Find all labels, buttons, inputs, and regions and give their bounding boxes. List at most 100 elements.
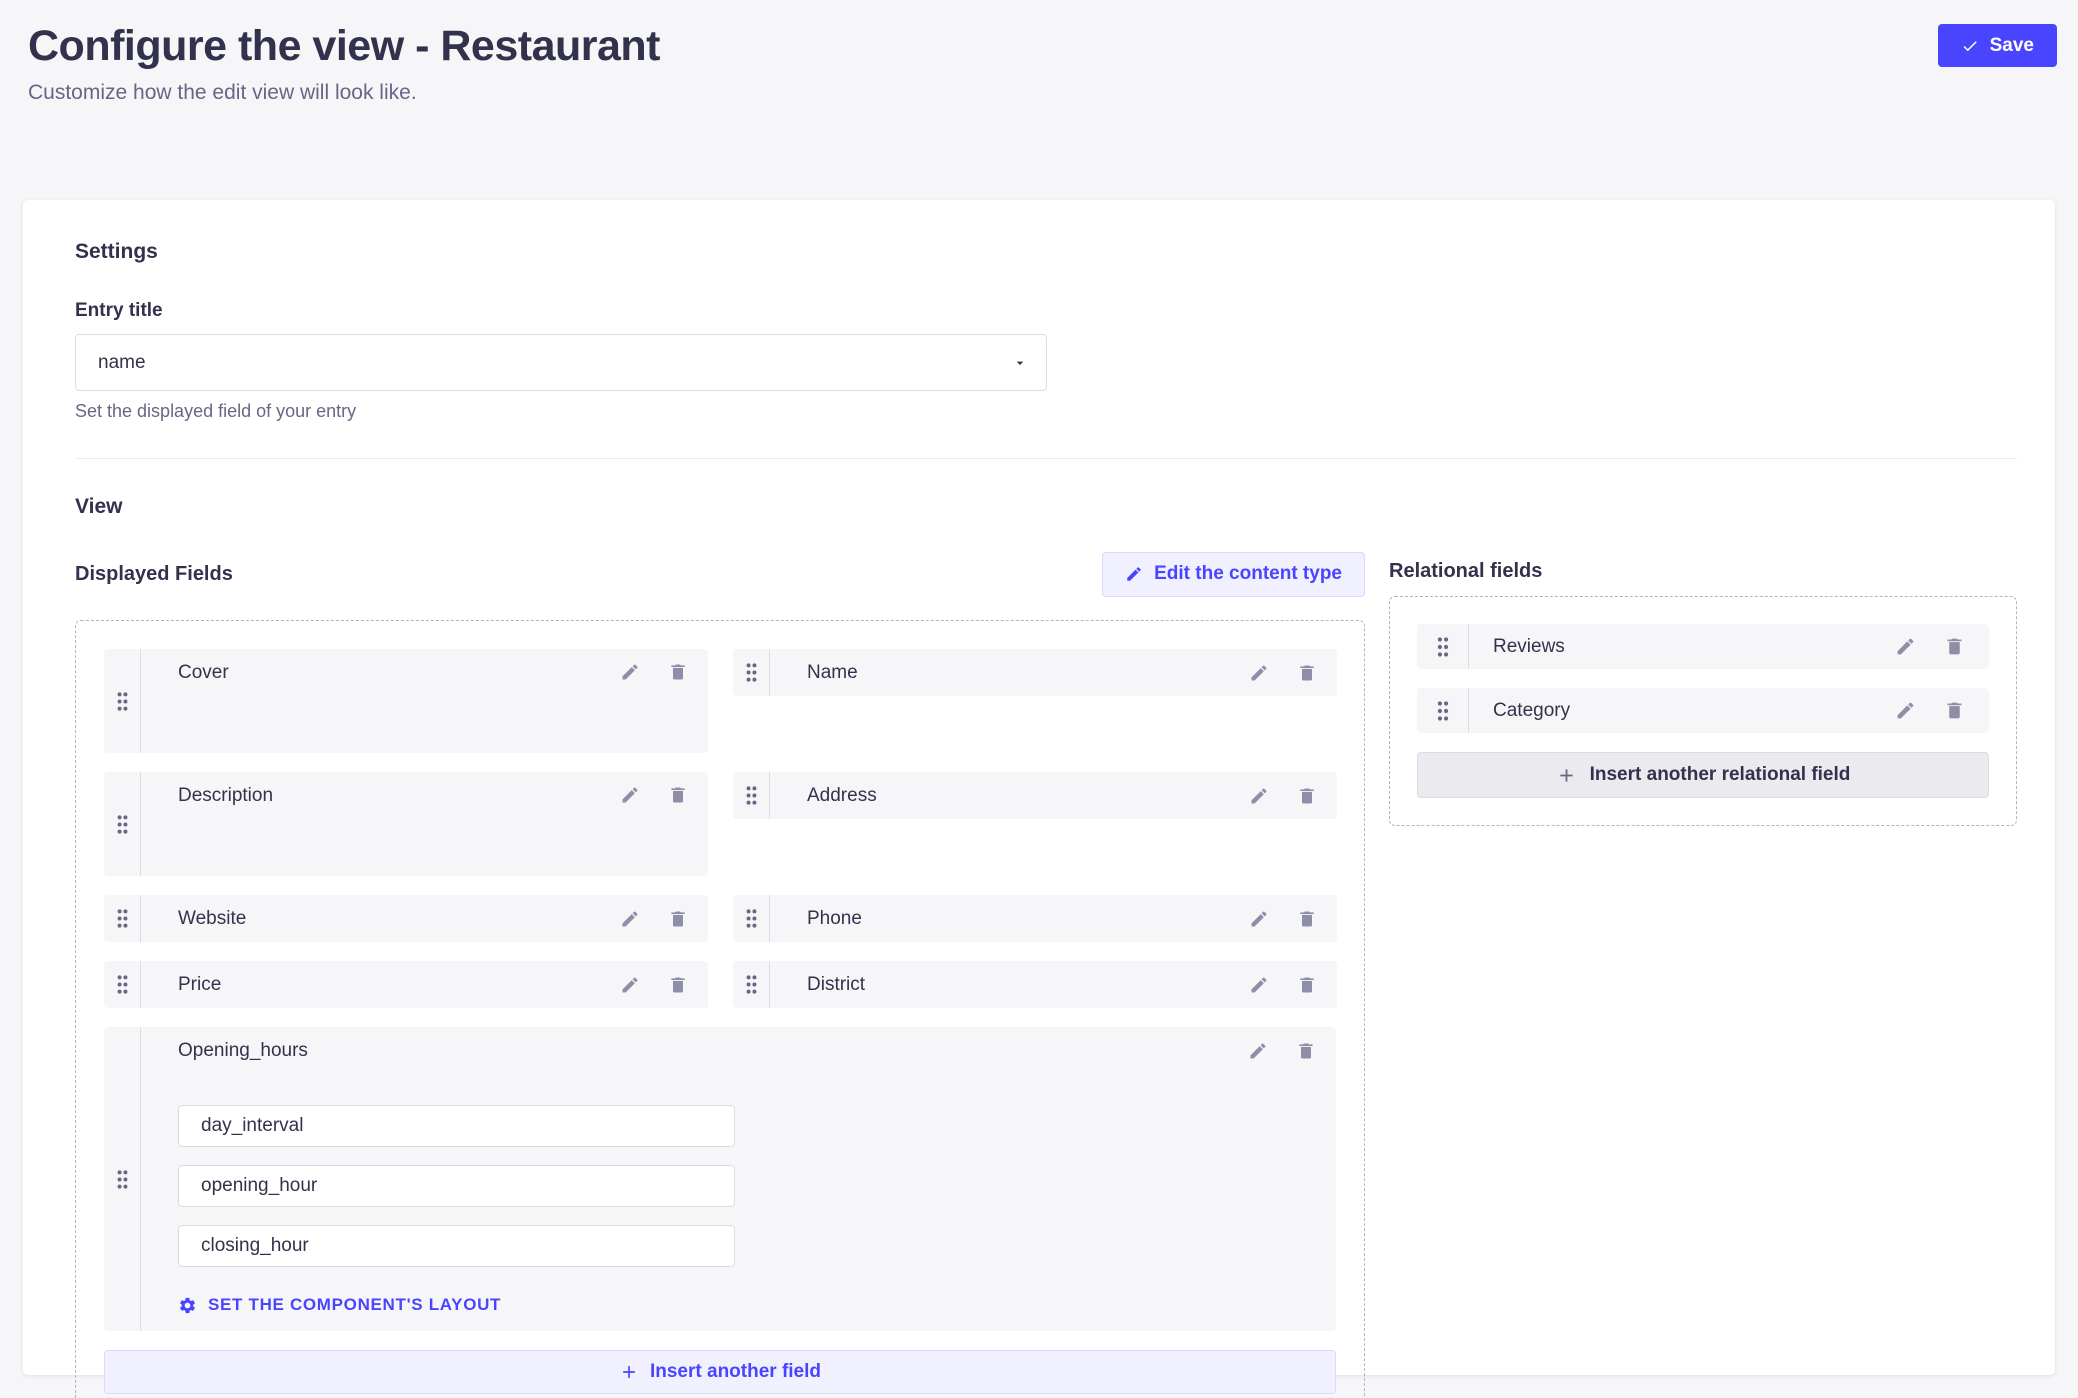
component-subfield-day-interval: day_interval [178,1105,735,1147]
pencil-icon [1249,909,1269,929]
edit-field-button[interactable] [620,909,640,929]
drag-handle[interactable] [1417,688,1469,733]
delete-field-button[interactable] [668,975,688,995]
caret-down-icon [1012,355,1028,371]
check-icon [1961,37,1979,55]
field-card-address: Address [733,772,1337,819]
fields-row: Description Address [104,772,1336,876]
field-label: Website [178,908,246,930]
edit-field-button[interactable] [1249,663,1269,683]
field-card-price: Price [104,961,708,1008]
page-header: Configure the view - Restaurant Customiz… [0,0,2078,200]
pencil-icon [1895,700,1916,721]
delete-field-button[interactable] [1297,975,1317,995]
edit-content-type-button[interactable]: Edit the content type [1102,552,1365,597]
insert-another-field-label: Insert another field [650,1361,821,1383]
section-divider [75,458,2017,459]
trash-icon [1297,786,1317,806]
pencil-icon [1249,975,1269,995]
trash-icon [668,909,688,929]
insert-another-relational-field-button[interactable]: Insert another relational field [1417,752,1989,798]
component-subfield-opening-hour: opening_hour [178,1165,735,1207]
settings-heading: Settings [75,240,2017,264]
drag-handle-icon [745,974,758,995]
edit-field-button[interactable] [620,785,640,805]
delete-field-button[interactable] [668,909,688,929]
edit-field-button[interactable] [1249,786,1269,806]
delete-field-button[interactable] [668,662,688,682]
field-card-description: Description [104,772,708,876]
field-label: Cover [178,662,229,684]
trash-icon [1297,909,1317,929]
fields-row: Price District [104,961,1336,1008]
trash-icon [1297,663,1317,683]
view-heading: View [75,495,2017,519]
edit-field-button[interactable] [1895,636,1916,657]
drag-handle-icon [1436,636,1450,658]
field-label: Price [178,974,221,996]
fields-row: Cover Name [104,649,1336,753]
delete-field-button[interactable] [668,785,688,805]
edit-field-button[interactable] [620,662,640,682]
pencil-icon [1248,1041,1268,1061]
delete-field-button[interactable] [1297,909,1317,929]
drag-handle[interactable] [1417,624,1469,669]
plus-icon [619,1362,639,1382]
drag-handle-icon [116,908,129,929]
plus-icon [1556,765,1577,786]
drag-handle[interactable] [104,895,141,942]
insert-another-relational-field-label: Insert another relational field [1590,764,1851,786]
trash-icon [1944,636,1965,657]
field-card-district: District [733,961,1337,1008]
set-component-layout-link[interactable]: SET THE COMPONENT'S LAYOUT [178,1295,501,1315]
drag-handle[interactable] [104,649,141,753]
insert-another-field-button[interactable]: Insert another field [104,1350,1336,1394]
component-subfield-closing-hour: closing_hour [178,1225,735,1267]
field-label: Name [807,662,858,684]
edit-field-button[interactable] [1248,1041,1268,1061]
drag-handle[interactable] [733,772,770,819]
entry-title-select[interactable]: name [75,334,1047,391]
pencil-icon [1249,663,1269,683]
drag-handle[interactable] [104,1027,141,1331]
relational-fields-dropzone: Reviews Category [1389,596,2017,826]
delete-field-button[interactable] [1297,786,1317,806]
field-card-cover: Cover [104,649,708,753]
drag-handle[interactable] [104,961,141,1008]
edit-field-button[interactable] [1895,700,1916,721]
delete-field-button[interactable] [1944,700,1965,721]
pencil-icon [1249,786,1269,806]
drag-handle[interactable] [104,772,141,876]
field-label: Reviews [1493,636,1565,658]
field-card-phone: Phone [733,895,1337,942]
drag-handle[interactable] [733,895,770,942]
displayed-fields-dropzone: Cover Name [75,620,1365,1398]
set-component-layout-label: SET THE COMPONENT'S LAYOUT [208,1295,501,1315]
drag-handle-icon [116,691,129,712]
edit-field-button[interactable] [620,975,640,995]
relational-field-category: Category [1417,688,1989,733]
field-label: Address [807,785,877,807]
delete-field-button[interactable] [1296,1041,1316,1061]
delete-field-button[interactable] [1297,663,1317,683]
relational-fields-heading: Relational fields [1389,560,2017,583]
drag-handle-icon [116,814,129,835]
save-button[interactable]: Save [1938,24,2057,67]
delete-field-button[interactable] [1944,636,1965,657]
field-label: Description [178,785,273,807]
page-subtitle: Customize how the edit view will look li… [28,81,1878,105]
drag-handle-icon [745,908,758,929]
config-panel: Settings Entry title name Set the displa… [23,200,2055,1375]
field-label: District [807,974,865,996]
edit-field-button[interactable] [1249,975,1269,995]
drag-handle-icon [745,785,758,806]
fields-row: Website Phone [104,895,1336,942]
pencil-icon [620,785,640,805]
field-card-opening-hours: Opening_hours day_interval opening_hour … [104,1027,1336,1331]
pencil-icon [620,975,640,995]
drag-handle[interactable] [733,649,770,696]
drag-handle[interactable] [733,961,770,1008]
drag-handle-icon [1436,700,1450,722]
trash-icon [668,785,688,805]
edit-field-button[interactable] [1249,909,1269,929]
